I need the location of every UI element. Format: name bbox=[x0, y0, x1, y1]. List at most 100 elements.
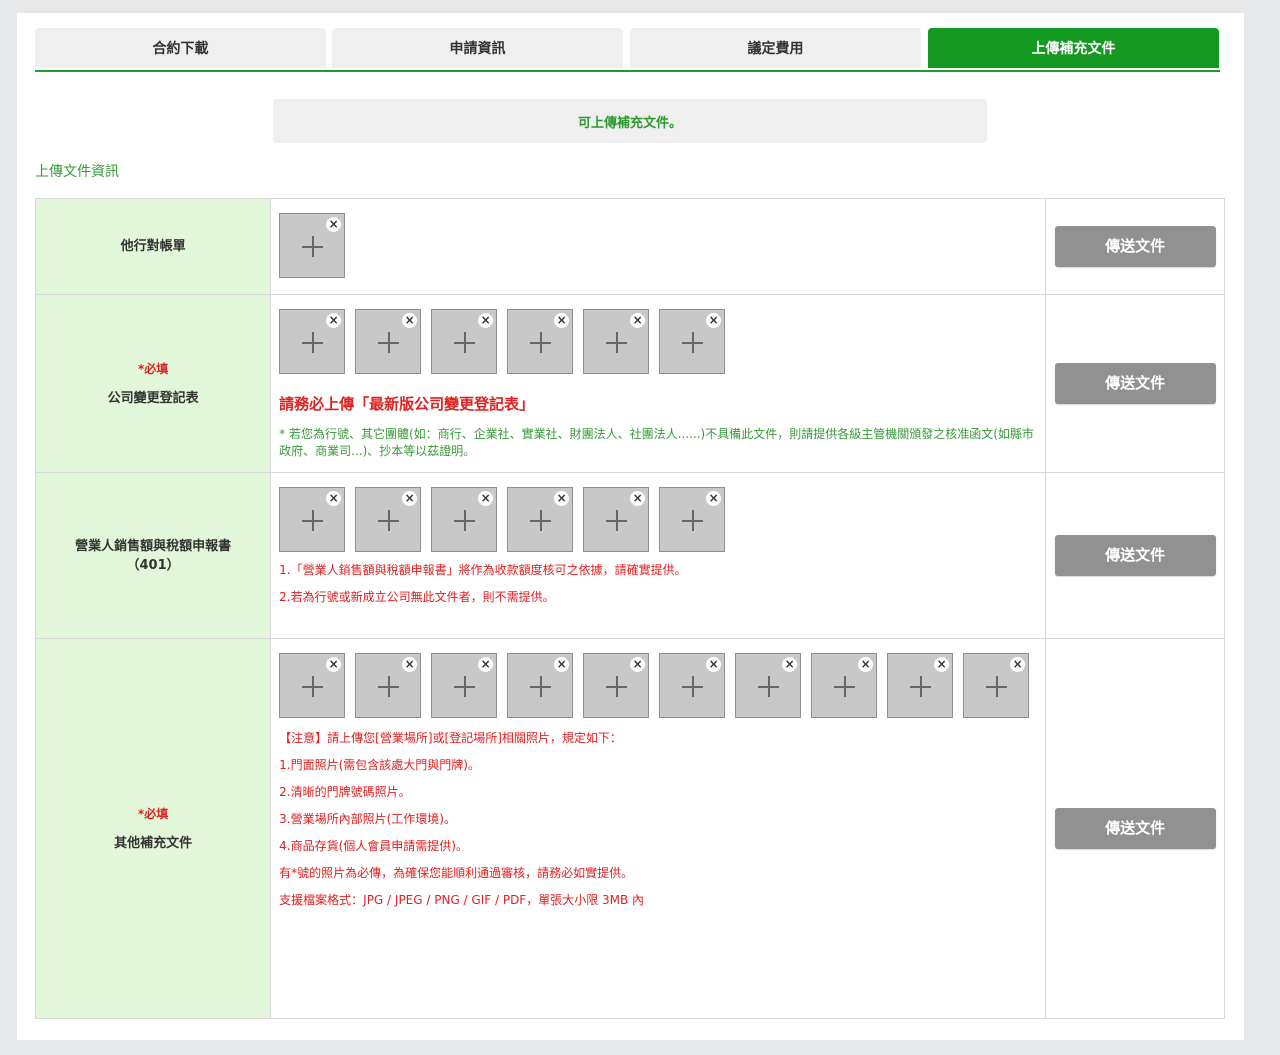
close-icon[interactable]: × bbox=[326, 217, 342, 232]
document-type-name: 他行對帳單 bbox=[120, 239, 186, 254]
close-icon[interactable]: × bbox=[858, 657, 874, 672]
close-icon[interactable]: × bbox=[706, 313, 722, 328]
plus-icon bbox=[302, 676, 324, 697]
file-upload-slot[interactable]: × bbox=[355, 487, 422, 552]
upload-panel: 合約下載 申請資訊 議定費用 上傳補充文件 可上傳補充文件。 上傳文件資訊 他行… bbox=[17, 13, 1244, 1040]
file-upload-slot[interactable]: × bbox=[507, 653, 574, 718]
upload-table: 他行對帳單 × 傳送文件 *必填 公司變更登記表 × × × × × × 請務必上傳「最新版公司變更登… bbox=[34, 198, 1225, 1019]
close-icon[interactable]: × bbox=[630, 313, 646, 328]
file-upload-area: × × × × × × × × × × 【注意】請上傳您[營業場所]或[登記場所]相關照片，規定如下… bbox=[270, 638, 1047, 1019]
close-icon[interactable]: × bbox=[326, 657, 342, 672]
section-title: 上傳文件資訊 bbox=[35, 164, 119, 180]
plus-icon bbox=[530, 332, 552, 353]
close-icon[interactable]: × bbox=[554, 313, 570, 328]
close-icon[interactable]: × bbox=[326, 313, 342, 328]
close-icon[interactable]: × bbox=[630, 491, 646, 506]
close-icon[interactable]: × bbox=[630, 657, 646, 672]
close-icon[interactable]: × bbox=[706, 491, 722, 506]
close-icon[interactable]: × bbox=[402, 313, 418, 328]
close-icon[interactable]: × bbox=[554, 491, 570, 506]
plus-icon bbox=[758, 676, 780, 697]
close-icon[interactable]: × bbox=[554, 657, 570, 672]
close-icon[interactable]: × bbox=[478, 657, 494, 672]
plus-icon bbox=[986, 676, 1008, 697]
close-icon[interactable]: × bbox=[1010, 657, 1026, 672]
required-marker: *必填 bbox=[137, 806, 169, 821]
file-slot-list: × × × × × × bbox=[279, 309, 1045, 385]
tab-contract-download[interactable]: 合約下載 bbox=[35, 28, 326, 68]
upload-row: *必填 其他補充文件 × × × × × × × × × × 【注意】請上傳您[營業場所]或[登記場所]… bbox=[34, 638, 1225, 1019]
tab-upload-documents[interactable]: 上傳補充文件 bbox=[928, 28, 1219, 68]
close-icon[interactable]: × bbox=[478, 491, 494, 506]
plus-icon bbox=[910, 676, 932, 697]
file-upload-slot[interactable]: × bbox=[659, 653, 726, 718]
required-file-note: 請務必上傳「最新版公司變更登記表」 bbox=[279, 395, 535, 413]
send-document-button[interactable]: 傳送文件 bbox=[1054, 363, 1216, 404]
action-cell: 傳送文件 bbox=[1045, 294, 1225, 473]
file-upload-slot[interactable]: × bbox=[583, 653, 650, 718]
file-upload-slot[interactable]: × bbox=[431, 653, 498, 718]
plus-icon bbox=[530, 676, 552, 697]
document-type-label: 他行對帳單 bbox=[34, 198, 272, 295]
notice-text: 可上傳補充文件。 bbox=[577, 115, 682, 131]
upload-row: *必填 公司變更登記表 × × × × × × 請務必上傳「最新版公司變更登記表」 * 若您為行號… bbox=[34, 294, 1225, 473]
close-icon[interactable]: × bbox=[402, 491, 418, 506]
send-document-button[interactable]: 傳送文件 bbox=[1054, 226, 1216, 267]
file-upload-slot[interactable]: × bbox=[583, 487, 650, 552]
file-upload-slot[interactable]: × bbox=[507, 487, 574, 552]
file-slot-list: × bbox=[279, 213, 1045, 289]
file-upload-slot[interactable]: × bbox=[279, 653, 346, 718]
upload-row: 營業人銷售額與稅額申報書 （401） × × × × × × 1.「營業人銷售額與稅額申報書」將… bbox=[34, 472, 1225, 639]
plus-icon bbox=[302, 236, 324, 257]
close-icon[interactable]: × bbox=[478, 313, 494, 328]
instruction-line: 1.門面照片(需包含該處大門與門牌)。 bbox=[279, 758, 480, 772]
plus-icon bbox=[378, 510, 400, 531]
plus-icon bbox=[606, 510, 628, 531]
file-upload-slot[interactable]: × bbox=[811, 653, 878, 718]
close-icon[interactable]: × bbox=[706, 657, 722, 672]
instruction-line: 【注意】請上傳您[營業場所]或[登記場所]相關照片，規定如下： bbox=[279, 731, 622, 745]
document-type-name: 營業人銷售額與稅額申報書 bbox=[75, 538, 232, 554]
upload-row: 他行對帳單 × 傳送文件 bbox=[34, 198, 1225, 295]
send-document-button[interactable]: 傳送文件 bbox=[1054, 535, 1216, 576]
plus-icon bbox=[454, 510, 476, 531]
action-cell: 傳送文件 bbox=[1045, 472, 1225, 639]
send-document-button[interactable]: 傳送文件 bbox=[1054, 808, 1216, 849]
document-type-name: 公司變更登記表 bbox=[107, 390, 199, 406]
file-upload-slot[interactable]: × bbox=[279, 487, 346, 552]
plus-icon bbox=[454, 332, 476, 353]
plus-icon bbox=[378, 332, 400, 353]
action-cell: 傳送文件 bbox=[1045, 638, 1225, 1019]
tab-application-info[interactable]: 申請資訊 bbox=[332, 28, 623, 68]
file-slot-list: × × × × × × bbox=[279, 487, 1045, 563]
file-upload-slot[interactable]: × bbox=[887, 653, 954, 718]
file-upload-slot[interactable]: × bbox=[583, 309, 650, 374]
tab-agreed-fees[interactable]: 議定費用 bbox=[630, 28, 921, 68]
file-upload-slot[interactable]: × bbox=[279, 309, 346, 374]
close-icon[interactable]: × bbox=[782, 657, 798, 672]
file-upload-slot[interactable]: × bbox=[659, 487, 726, 552]
plus-icon bbox=[834, 676, 856, 697]
file-upload-slot[interactable]: × bbox=[431, 309, 498, 374]
close-icon[interactable]: × bbox=[934, 657, 950, 672]
file-upload-slot[interactable]: × bbox=[355, 309, 422, 374]
instruction-line: 1.「營業人銷售額與稅額申報書」將作為收款額度核可之依據，請確實提供。 bbox=[279, 563, 687, 577]
plus-icon bbox=[530, 510, 552, 531]
file-upload-slot[interactable]: × bbox=[279, 213, 346, 278]
file-upload-slot[interactable]: × bbox=[963, 653, 1030, 718]
file-upload-area: × bbox=[270, 198, 1047, 295]
file-upload-slot[interactable]: × bbox=[355, 653, 422, 718]
plus-icon bbox=[378, 676, 400, 697]
close-icon[interactable]: × bbox=[326, 491, 342, 506]
document-type-label: 營業人銷售額與稅額申報書 （401） bbox=[34, 472, 272, 639]
instruction-line: 有*號的照片為必傳，為確保您能順利通過審核，請務必如實提供。 bbox=[279, 866, 634, 880]
close-icon[interactable]: × bbox=[402, 657, 418, 672]
file-upload-slot[interactable]: × bbox=[735, 653, 802, 718]
tab-label: 上傳補充文件 bbox=[1031, 41, 1116, 57]
file-upload-slot[interactable]: × bbox=[431, 487, 498, 552]
file-upload-slot[interactable]: × bbox=[507, 309, 574, 374]
file-upload-area: × × × × × × 1.「營業人銷售額與稅額申報書」將作為收款額度核可之依據，請確實提供… bbox=[270, 472, 1047, 639]
plus-icon bbox=[454, 676, 476, 697]
instruction-line: 4.商品存貨(個人會員申請需提供)。 bbox=[279, 839, 468, 853]
file-upload-slot[interactable]: × bbox=[659, 309, 726, 374]
